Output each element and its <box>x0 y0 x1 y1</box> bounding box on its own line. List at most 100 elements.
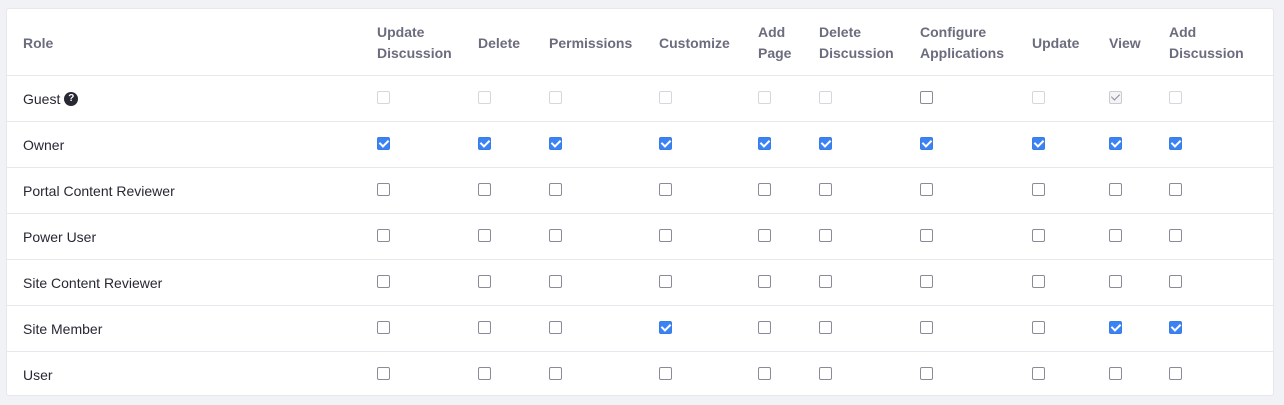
permission-checkbox[interactable] <box>549 228 562 242</box>
permission-checkbox[interactable] <box>1169 366 1182 380</box>
permission-checkbox[interactable] <box>377 182 390 196</box>
permission-cell-add-page <box>758 167 819 214</box>
permission-checkbox[interactable] <box>920 182 933 196</box>
permission-checkbox[interactable] <box>758 320 771 334</box>
permission-checkbox[interactable] <box>549 182 562 196</box>
permission-cell-permissions <box>549 213 659 260</box>
column-header-view: View <box>1109 9 1169 76</box>
permission-checkbox[interactable] <box>478 182 491 196</box>
permission-cell-update <box>1032 167 1109 214</box>
permission-checkbox[interactable] <box>549 274 562 288</box>
permission-checkbox[interactable] <box>819 366 832 380</box>
permission-checkbox[interactable] <box>478 228 491 242</box>
permission-cell-update-discussion <box>377 75 478 122</box>
permission-cell-customize <box>659 167 758 214</box>
permission-checkbox[interactable] <box>377 228 390 242</box>
permission-checkbox[interactable] <box>1169 320 1182 334</box>
permission-checkbox[interactable] <box>478 320 491 334</box>
permission-checkbox[interactable] <box>920 320 933 334</box>
permission-checkbox[interactable] <box>377 320 390 334</box>
permission-checkbox[interactable] <box>819 136 832 150</box>
permission-checkbox[interactable] <box>758 366 771 380</box>
role-cell-inner: Power User <box>23 229 377 245</box>
permission-checkbox[interactable] <box>1109 274 1122 288</box>
permission-cell-delete-discussion <box>819 75 920 122</box>
permission-cell-permissions <box>549 352 659 396</box>
permission-checkbox[interactable] <box>1109 366 1122 380</box>
permission-checkbox[interactable] <box>819 320 832 334</box>
permission-cell-update-discussion <box>377 305 478 352</box>
permissions-table: Role Update Discussion Delete Permission… <box>7 9 1273 396</box>
permission-checkbox[interactable] <box>549 136 562 150</box>
permission-checkbox[interactable] <box>1032 136 1045 150</box>
question-circle-icon[interactable]: ? <box>64 91 79 106</box>
permission-cell-add-discussion <box>1169 121 1273 168</box>
permission-checkbox <box>377 90 390 104</box>
permission-cell-update-discussion <box>377 352 478 396</box>
permission-cell-customize <box>659 213 758 260</box>
permission-cell-view <box>1109 259 1169 306</box>
permission-checkbox[interactable] <box>1109 136 1122 150</box>
permission-checkbox <box>659 90 672 104</box>
permission-checkbox[interactable] <box>659 274 672 288</box>
permission-checkbox[interactable] <box>1169 136 1182 150</box>
permission-checkbox <box>549 90 562 104</box>
permission-cell-delete-discussion <box>819 259 920 306</box>
permission-checkbox[interactable] <box>1169 182 1182 196</box>
permission-checkbox[interactable] <box>819 228 832 242</box>
permissions-card: Role Update Discussion Delete Permission… <box>6 8 1274 396</box>
permission-checkbox[interactable] <box>920 274 933 288</box>
permission-checkbox[interactable] <box>1032 274 1045 288</box>
permission-checkbox[interactable] <box>659 366 672 380</box>
permission-checkbox[interactable] <box>377 366 390 380</box>
permission-checkbox[interactable] <box>659 136 672 150</box>
permission-checkbox[interactable] <box>1032 228 1045 242</box>
permission-checkbox[interactable] <box>819 274 832 288</box>
permission-checkbox[interactable] <box>920 136 933 150</box>
permission-checkbox[interactable] <box>920 228 933 242</box>
permission-checkbox[interactable] <box>1032 182 1045 196</box>
permission-cell-view <box>1109 121 1169 168</box>
role-cell: Guest? <box>7 75 377 122</box>
permission-checkbox[interactable] <box>478 136 491 150</box>
permission-cell-delete <box>478 167 549 214</box>
permission-cell-add-page <box>758 352 819 396</box>
permission-checkbox[interactable] <box>758 274 771 288</box>
permission-checkbox[interactable] <box>758 182 771 196</box>
permission-cell-add-discussion <box>1169 352 1273 396</box>
permission-checkbox[interactable] <box>1109 320 1122 334</box>
permission-checkbox[interactable] <box>478 366 491 380</box>
permission-checkbox[interactable] <box>1109 182 1122 196</box>
permission-checkbox[interactable] <box>1032 366 1045 380</box>
permission-checkbox[interactable] <box>758 228 771 242</box>
permission-cell-permissions <box>549 167 659 214</box>
permission-checkbox[interactable] <box>549 320 562 334</box>
permission-checkbox[interactable] <box>1169 274 1182 288</box>
permission-checkbox[interactable] <box>377 274 390 288</box>
permission-checkbox[interactable] <box>758 136 771 150</box>
permission-checkbox[interactable] <box>377 136 390 150</box>
permission-checkbox[interactable] <box>549 366 562 380</box>
permission-checkbox[interactable] <box>1169 228 1182 242</box>
role-cell-inner: Site Content Reviewer <box>23 275 377 291</box>
permission-checkbox[interactable] <box>659 320 672 334</box>
column-header-delete-discussion: Delete Discussion <box>819 9 920 76</box>
permission-checkbox[interactable] <box>920 90 933 104</box>
permission-cell-add-page <box>758 121 819 168</box>
role-cell: Site Member <box>7 305 377 352</box>
column-header-update: Update <box>1032 9 1109 76</box>
permission-cell-update <box>1032 213 1109 260</box>
permission-cell-delete-discussion <box>819 213 920 260</box>
permission-checkbox <box>1109 90 1122 104</box>
permission-cell-customize <box>659 305 758 352</box>
permission-checkbox[interactable] <box>659 228 672 242</box>
permission-checkbox[interactable] <box>819 182 832 196</box>
permission-checkbox[interactable] <box>1109 228 1122 242</box>
permission-checkbox[interactable] <box>659 182 672 196</box>
permission-checkbox[interactable] <box>920 366 933 380</box>
permission-checkbox[interactable] <box>1032 320 1045 334</box>
role-cell: Power User <box>7 213 377 260</box>
permission-cell-view <box>1109 167 1169 214</box>
permission-cell-add-discussion <box>1169 259 1273 306</box>
permission-checkbox[interactable] <box>478 274 491 288</box>
